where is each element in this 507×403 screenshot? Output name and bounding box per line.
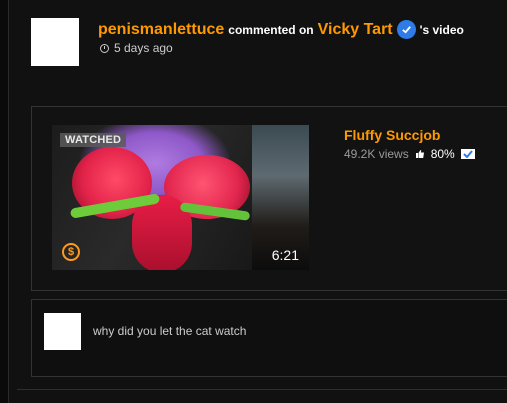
verified-check-icon xyxy=(396,20,416,39)
video-title-link[interactable]: Fluffy Succjob xyxy=(344,127,440,143)
check-box-icon xyxy=(460,149,475,159)
video-thumbnail[interactable]: WATCHED $ 6:21 xyxy=(52,125,309,270)
time-ago: 5 days ago xyxy=(114,41,173,55)
reply-panel: why did you let the cat watch xyxy=(31,299,507,377)
suffix-text: 's video xyxy=(419,22,464,37)
video-panel: WATCHED $ 6:21 Fluffy Succjob 49.2K view… xyxy=(31,106,507,291)
video-meta: 49.2K views 80% xyxy=(344,147,475,161)
view-count: 49.2K views xyxy=(344,147,409,161)
dollar-coin-icon: $ xyxy=(62,243,80,261)
watched-badge: WATCHED xyxy=(60,133,127,147)
activity-card: penismanlettuce commented on Vicky Tart … xyxy=(8,0,507,403)
video-duration: 6:21 xyxy=(271,247,299,263)
clock-icon xyxy=(100,43,109,53)
timestamp: 5 days ago xyxy=(100,41,173,55)
action-text: commented on xyxy=(228,22,314,37)
commenter-avatar[interactable] xyxy=(31,18,79,66)
activity-header: penismanlettuce commented on Vicky Tart … xyxy=(98,20,464,39)
thumbs-up-icon xyxy=(415,150,424,158)
commenter-name-link[interactable]: penismanlettuce xyxy=(98,21,224,39)
divider xyxy=(17,389,507,390)
reply-text: why did you let the cat watch xyxy=(93,324,247,338)
channel-name-link[interactable]: Vicky Tart xyxy=(318,21,393,39)
rating-percent: 80% xyxy=(430,147,455,161)
reply-avatar[interactable] xyxy=(44,313,81,350)
